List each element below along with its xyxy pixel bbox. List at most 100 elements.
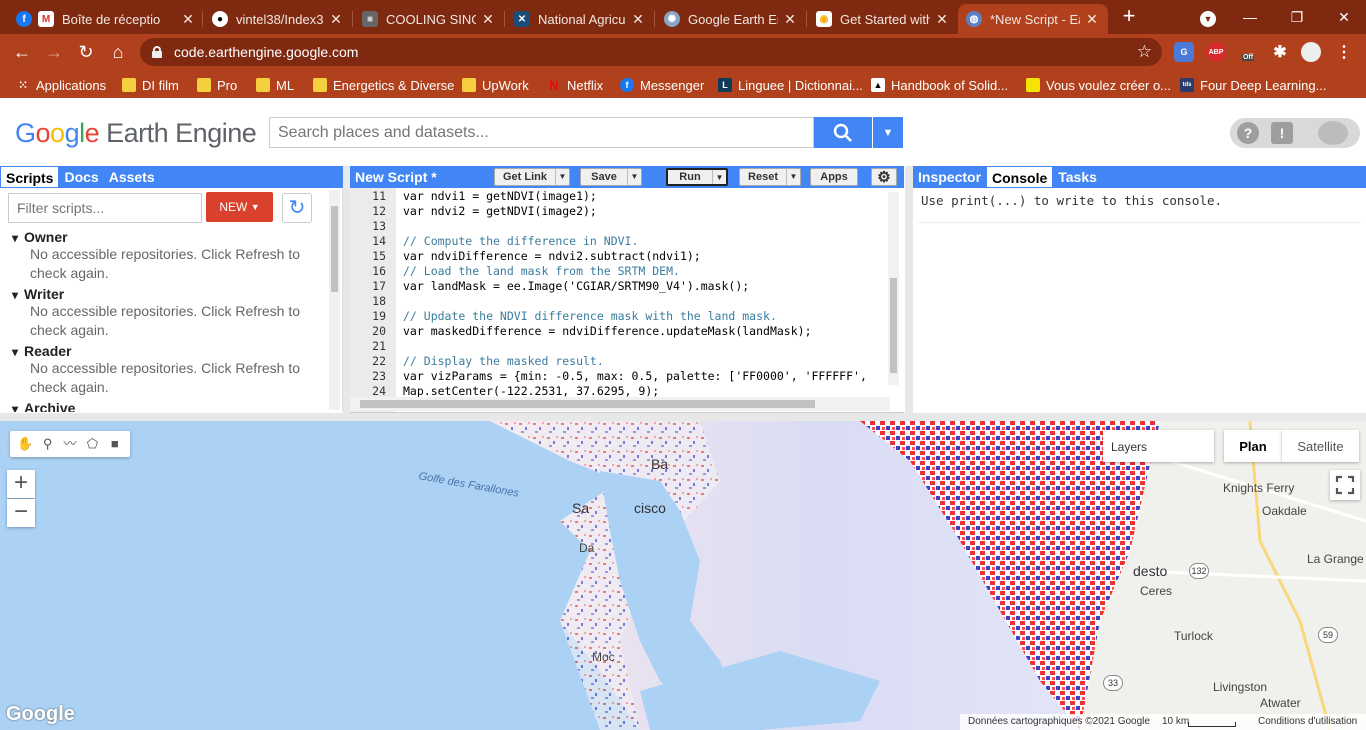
home-icon[interactable]: ⌂ (106, 40, 130, 64)
search-places-input[interactable] (269, 117, 814, 148)
bookmark-pro[interactable]: Pro (197, 76, 237, 94)
close-icon[interactable]: ✕ (782, 11, 798, 28)
repo-writer[interactable]: Writer No accessible repositories. Click… (12, 286, 310, 340)
google-earth-engine-logo[interactable]: Google Earth Engine (15, 118, 257, 149)
fullscreen-icon[interactable] (1330, 470, 1360, 500)
polygon-draw-icon[interactable]: ⬠ (84, 436, 100, 452)
tab-new-script[interactable]: ◍ *New Script - Ea ✕ (958, 4, 1108, 34)
close-icon[interactable]: ✕ (630, 11, 646, 28)
code-vertical-scrollbar[interactable] (888, 192, 899, 385)
search-button[interactable] (814, 117, 872, 148)
attribution-text[interactable]: Données cartographiques ©2021 Google (968, 716, 1150, 727)
tab-google-earth-engine[interactable]: ✺ Google Earth En ✕ (656, 4, 806, 34)
settings-gear-icon[interactable]: ⚙ (871, 168, 897, 186)
run-button[interactable]: Run ▼ (666, 168, 728, 186)
close-icon[interactable]: ✕ (1084, 11, 1100, 28)
filter-scripts-input[interactable] (8, 193, 202, 223)
search-dropdown-button[interactable]: ▼ (873, 117, 903, 148)
bookmark-di-film[interactable]: DI film (122, 76, 179, 94)
forward-icon[interactable]: → (42, 40, 66, 64)
tab-assets[interactable]: Assets (104, 166, 160, 188)
reset-button[interactable]: Reset ▼ (739, 168, 801, 186)
bookmark-netflix[interactable]: N Netflix (547, 76, 603, 94)
tab-docs[interactable]: Docs (59, 166, 103, 188)
address-bar[interactable]: code.earthengine.google.com ☆ (140, 38, 1162, 66)
bookmark-four-deep-learning[interactable]: tds Four Deep Learning... (1180, 76, 1326, 94)
tab-scripts[interactable]: Scripts (0, 166, 60, 188)
code-horizontal-scrollbar[interactable] (350, 397, 890, 411)
restore-button[interactable]: ❐ (1283, 5, 1311, 29)
save-button[interactable]: Save ▼ (580, 168, 642, 186)
zoom-out-button[interactable]: − (7, 499, 35, 527)
bookmark-linguee[interactable]: L Linguee | Dictionnai... (718, 76, 863, 94)
feedback-icon[interactable]: ! (1271, 122, 1293, 144)
bookmark-handbook[interactable]: ▲ Handbook of Solid... (871, 76, 1008, 94)
map-view[interactable]: ✋ ⚲ 〰 ⬠ ■ + − Layers Plan Satellite Golf… (0, 421, 1366, 730)
minimize-button[interactable]: — (1236, 5, 1264, 29)
tab-title: COOLING SINGA (386, 11, 476, 27)
bookmark-ml[interactable]: ML (256, 76, 294, 94)
new-button[interactable]: NEW ▼ (206, 192, 273, 222)
menu-kebab-icon[interactable]: ⋮ (1334, 42, 1354, 62)
tab-get-started[interactable]: ◉ Get Started with ✕ (808, 4, 958, 34)
help-icon[interactable]: ? (1237, 122, 1259, 144)
vertical-splitter[interactable] (905, 166, 913, 413)
road-shield: 132 (1189, 563, 1209, 579)
bookmark-upwork[interactable]: UpWork (462, 76, 529, 94)
puzzle-extensions-icon[interactable]: ✱ (1270, 42, 1290, 62)
window-close-button[interactable]: ✕ (1330, 5, 1358, 29)
tab-inspector[interactable]: Inspector (913, 166, 986, 188)
close-icon[interactable]: ✕ (180, 11, 196, 28)
repo-archive[interactable]: Archive (12, 400, 75, 412)
tab-gmail-facebook[interactable]: f M Boîte de réceptio ✕ (8, 4, 204, 34)
horizontal-splitter[interactable] (0, 413, 1366, 421)
user-avatar[interactable] (1318, 121, 1348, 145)
linguee-icon: L (718, 78, 732, 92)
code-editor[interactable]: 11 var ndvi1 = getNDVI(image1); 12 var ndv… (350, 188, 904, 413)
point-marker-icon[interactable]: ⚲ (40, 436, 56, 452)
get-link-button[interactable]: Get Link ▼ (494, 168, 570, 186)
bookmark-energetics[interactable]: Energetics & Diverse (313, 76, 454, 94)
tab-tasks[interactable]: Tasks (1053, 166, 1102, 188)
tab-national-agricul[interactable]: ✕ National Agricul ✕ (506, 4, 654, 34)
layers-button[interactable]: Layers (1103, 430, 1214, 462)
code-line: 15 var ndviDifference = ndvi2.subtract(nd… (372, 249, 701, 263)
new-tab-button[interactable]: + (1117, 5, 1141, 29)
bookmark-vous-voulez[interactable]: Vous voulez créer o... (1026, 76, 1171, 94)
map-attribution-bar: Données cartographiques ©2021 Google 10 … (960, 714, 1366, 730)
bookmark-messenger[interactable]: f Messenger (620, 76, 704, 94)
close-icon[interactable]: ✕ (328, 11, 344, 28)
place-label: Oakdale (1262, 504, 1307, 518)
hand-pan-icon[interactable]: ✋ (17, 436, 33, 452)
gee-header: Google Earth Engine ▼ ? ! (0, 98, 1366, 164)
profile-avatar[interactable] (1301, 42, 1321, 62)
tab-console[interactable]: Console (986, 166, 1054, 188)
close-icon[interactable]: ✕ (934, 11, 950, 28)
bookmark-applications[interactable]: ⁙ Applications (16, 76, 106, 94)
rectangle-draw-icon[interactable]: ■ (107, 436, 123, 452)
translate-extension-icon[interactable]: G (1174, 42, 1194, 62)
tab-cooling[interactable]: ■ COOLING SINGA ✕ (354, 4, 504, 34)
apps-button[interactable]: Apps (810, 168, 858, 186)
map-type-plan[interactable]: Plan (1224, 430, 1282, 462)
terms-link[interactable]: Conditions d'utilisation (1258, 716, 1357, 727)
off-extension-icon[interactable]: Off (1238, 42, 1258, 62)
repo-owner[interactable]: Owner No accessible repositories. Click … (12, 229, 310, 283)
place-label: La Grange (1307, 552, 1364, 566)
refresh-icon[interactable]: ↻ (282, 193, 312, 223)
tab-search-icon[interactable]: ▼ (1194, 5, 1222, 29)
close-icon[interactable]: ✕ (480, 11, 496, 28)
back-icon[interactable]: ← (10, 40, 34, 64)
adblock-extension-icon[interactable]: ABP (1206, 42, 1226, 62)
place-label: Ba (651, 456, 669, 472)
zoom-in-button[interactable]: + (7, 470, 35, 498)
line-draw-icon[interactable]: 〰 (62, 436, 78, 452)
tab-github[interactable]: ● vintel38/Index3: ✕ (204, 4, 352, 34)
reload-icon[interactable]: ↻ (74, 40, 98, 64)
map-type-satellite[interactable]: Satellite (1282, 430, 1359, 462)
repo-reader[interactable]: Reader No accessible repositories. Click… (12, 343, 310, 397)
scale-label[interactable]: 10 km (1162, 716, 1189, 727)
scripts-scrollbar[interactable] (329, 190, 340, 410)
bookmark-star-icon[interactable]: ☆ (1137, 42, 1152, 62)
vertical-splitter-left[interactable] (343, 166, 350, 413)
